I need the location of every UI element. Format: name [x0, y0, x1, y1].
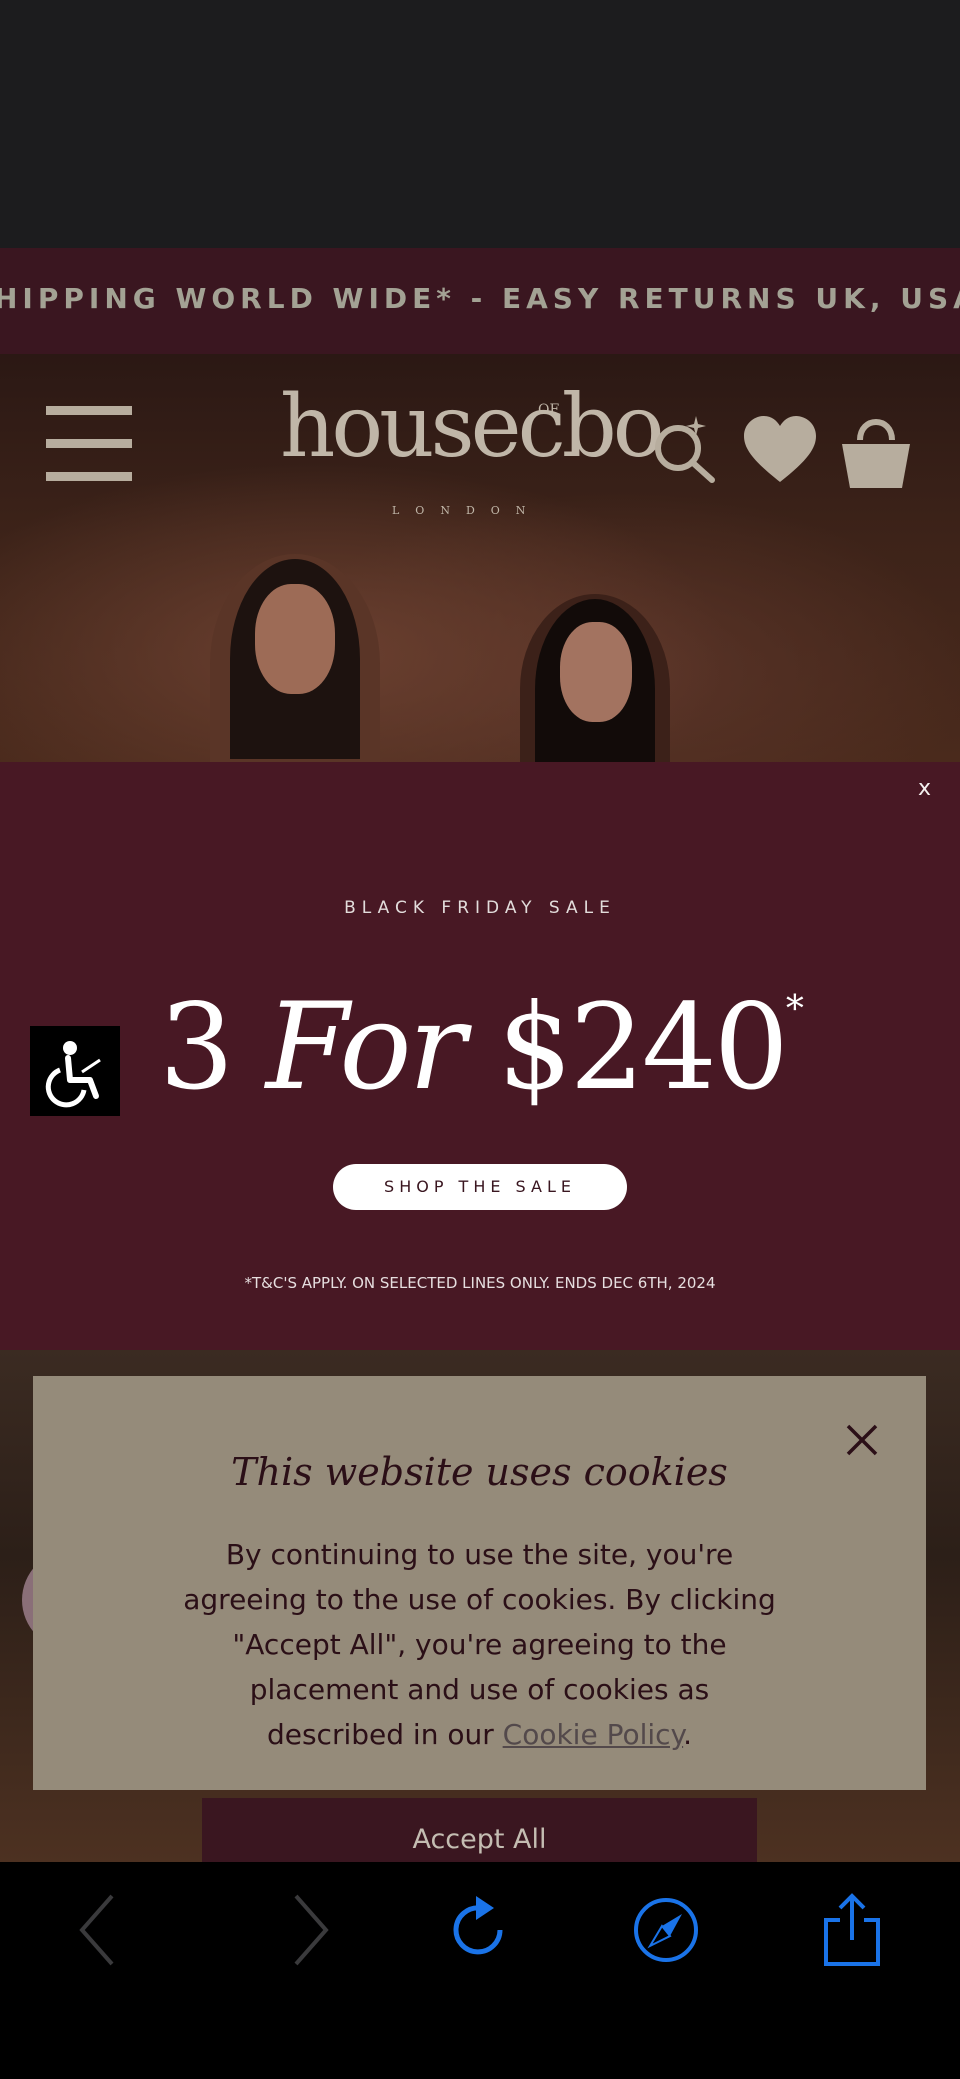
ticker-text: HIPPING WORLD WIDE* - EASY RETURNS UK, U…	[0, 282, 960, 315]
promo-headline: 3 For $240*	[0, 982, 960, 1114]
cookie-policy-link[interactable]: Cookie Policy	[503, 1718, 683, 1751]
logo-of: OF	[538, 402, 560, 418]
shop-the-sale-button[interactable]: SHOP THE SALE	[333, 1164, 627, 1210]
model-figure-left	[210, 554, 380, 762]
logo-sub: LONDON	[392, 504, 542, 517]
compass-icon[interactable]	[626, 1892, 706, 1972]
announcement-ticker: HIPPING WORLD WIDE* - EASY RETURNS UK, U…	[0, 248, 960, 354]
forward-icon[interactable]	[268, 1892, 348, 1972]
accept-all-button[interactable]: Accept All	[202, 1798, 757, 1862]
logo-wordmark: housecbo	[280, 377, 665, 477]
model-figure-right	[520, 594, 670, 762]
status-area	[0, 0, 960, 248]
cookie-body: By continuing to use the site, you're ag…	[183, 1532, 776, 1757]
cookie-title: This website uses cookies	[231, 1450, 728, 1494]
promo-terms: *T&C'S APPLY. ON SELECTED LINES ONLY. EN…	[244, 1274, 716, 1292]
promo-headline-price: $240	[497, 978, 789, 1116]
accessibility-button[interactable]	[30, 1026, 120, 1116]
promo-headline-for: For	[265, 978, 466, 1117]
site-header: housecbo OF LONDON	[0, 354, 960, 517]
promo-headline-asterisk: *	[785, 989, 804, 1030]
site-logo[interactable]: housecbo OF LONDON	[280, 377, 680, 517]
reload-icon[interactable]	[440, 1892, 520, 1972]
share-icon[interactable]	[812, 1892, 892, 1972]
browser-toolbar	[0, 1862, 960, 2079]
cookie-consent-dialog: This website uses cookies By continuing …	[33, 1376, 926, 1790]
heart-icon[interactable]	[742, 416, 818, 486]
cookie-body-period: .	[683, 1718, 693, 1751]
promo-close-button[interactable]: x	[918, 776, 931, 801]
search-icon[interactable]	[650, 414, 720, 484]
black-friday-banner: x BLACK FRIDAY SALE 3 For $240* SHOP THE…	[0, 762, 960, 1350]
bag-icon[interactable]	[838, 410, 914, 490]
promo-headline-number: 3	[159, 978, 234, 1116]
menu-icon[interactable]	[46, 406, 132, 482]
wheelchair-icon	[45, 1041, 101, 1108]
back-icon[interactable]	[60, 1892, 140, 1972]
promo-eyebrow: BLACK FRIDAY SALE	[344, 898, 616, 918]
